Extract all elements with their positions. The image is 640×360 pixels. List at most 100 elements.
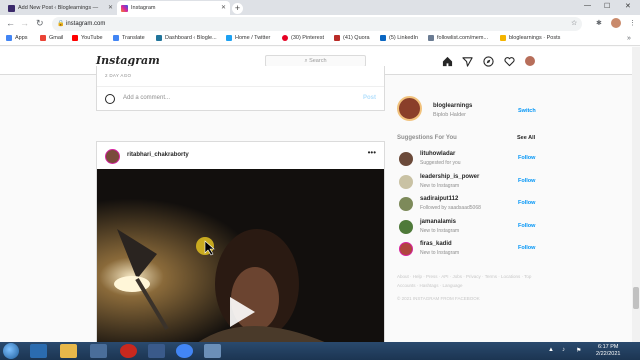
suggestion-avatar[interactable] [399, 197, 413, 211]
media-player-icon[interactable] [90, 344, 107, 358]
quora-icon [334, 35, 340, 41]
tab-instagram[interactable]: Instagram ✕ [117, 1, 230, 15]
follow-button[interactable]: Follow [518, 155, 535, 161]
suggestion-subtitle: New to Instagram [420, 228, 460, 234]
suggestion-avatar[interactable] [399, 220, 413, 234]
flag-icon[interactable]: ⚑ [576, 347, 581, 354]
comment-input[interactable]: Add a comment... [123, 95, 170, 101]
follow-button[interactable]: Follow [518, 223, 535, 229]
bookmarks-bar: Apps Gmail YouTube Translate Dashboard ‹… [0, 33, 640, 46]
suggestion-avatar[interactable] [399, 242, 413, 256]
bookmark-bloglearnings[interactable]: bloglearnings · Posts [500, 35, 560, 41]
suggestion-item: lituhowladar Suggested for you Follow [399, 150, 537, 170]
footer-links[interactable]: About · Help · Press · API · Jobs · Priv… [397, 272, 537, 290]
bookmark-twitter[interactable]: Home / Twitter [226, 35, 270, 41]
bookmark-pinterest[interactable]: (30) Pinterest [282, 35, 324, 41]
suggestion-avatar[interactable] [399, 175, 413, 189]
bookmark-star-icon[interactable]: ☆ [571, 19, 577, 27]
post-author-username[interactable]: ritabhari_chakraborty [127, 152, 189, 158]
emoji-icon[interactable] [105, 94, 115, 104]
youtube-icon [72, 35, 78, 41]
new-tab-button[interactable]: + [232, 3, 243, 14]
bookmark-translate[interactable]: Translate [113, 35, 145, 41]
clock[interactable]: 6:17 PM 2/22/2021 [596, 344, 620, 358]
bookmarks-overflow-icon[interactable]: » [627, 35, 631, 42]
activity-heart-icon[interactable] [504, 56, 515, 67]
more-options-icon[interactable]: ••• [368, 148, 376, 157]
bookmark-apps[interactable]: Apps [6, 35, 28, 41]
post-time: 2 DAY AGO [105, 73, 132, 78]
forward-icon[interactable]: → [20, 18, 29, 28]
gmail-icon [40, 35, 46, 41]
bookmark-youtube[interactable]: YouTube [72, 35, 103, 41]
bookmark-followlist[interactable]: followlist.com/mem... [428, 35, 488, 41]
address-bar[interactable]: 🔒 instagram.com [52, 17, 582, 31]
suggestion-username[interactable]: firas_kadid [420, 241, 452, 247]
profile-avatar[interactable] [611, 18, 621, 28]
close-tab-icon[interactable]: ✕ [221, 4, 226, 11]
comment-row: Add a comment... Post [97, 86, 384, 110]
menu-icon[interactable]: ⋮ [629, 19, 636, 27]
video-frame [97, 169, 384, 343]
maximize-icon[interactable]: ☐ [604, 2, 610, 10]
opera-icon[interactable] [120, 344, 137, 358]
scrollbar-thumb[interactable] [633, 287, 639, 309]
linkedin-icon [380, 35, 386, 41]
direct-messages-icon[interactable] [462, 56, 473, 67]
start-button[interactable] [3, 343, 19, 359]
suggestion-subtitle: New to Instagram [420, 250, 460, 256]
pinterest-icon [282, 35, 288, 41]
tab-title: Instagram [131, 5, 156, 11]
suggestion-subtitle: Suggested for you [420, 160, 461, 166]
scrollbar[interactable] [632, 47, 640, 342]
follow-button[interactable]: Follow [518, 245, 535, 251]
back-icon[interactable]: ← [6, 18, 15, 28]
close-tab-icon[interactable]: ✕ [108, 4, 113, 11]
tab-add-new-post[interactable]: Add New Post ‹ Bloglearnings — ✕ [4, 1, 117, 15]
taskbar: ▲ ♪ ⚑ 6:17 PM 2/22/2021 [0, 342, 640, 360]
suggestion-avatar[interactable] [399, 152, 413, 166]
followlist-icon [428, 35, 434, 41]
blogger-icon [500, 35, 506, 41]
screen-capture-icon[interactable] [148, 344, 165, 358]
reload-icon[interactable]: ↻ [36, 18, 44, 29]
extensions-icon[interactable]: ✱ [596, 19, 602, 27]
bookmark-dashboard[interactable]: Dashboard ‹ Bloglе... [156, 35, 217, 41]
suggestion-username[interactable]: jamanalamis [420, 219, 456, 225]
twitter-icon [226, 35, 232, 41]
bookmark-quora[interactable]: (41) Quora [334, 35, 370, 41]
close-window-icon[interactable]: ✕ [625, 2, 631, 10]
post-card: 2 DAY AGO Add a comment... Post [96, 66, 385, 111]
follow-button[interactable]: Follow [518, 200, 535, 206]
bookmark-gmail[interactable]: Gmail [40, 35, 63, 41]
suggestion-username[interactable]: sadiraiput112 [420, 196, 458, 202]
suggestion-username[interactable]: leadership_is_power [420, 174, 479, 180]
suggestion-username[interactable]: lituhowladar [420, 151, 455, 157]
current-user-avatar[interactable] [397, 96, 422, 121]
suggestion-item: sadiraiput112 Followed by saadsaad5068 F… [399, 195, 537, 215]
internet-explorer-icon[interactable] [30, 344, 47, 358]
minimize-icon[interactable]: — [584, 2, 591, 9]
profile-avatar[interactable] [525, 56, 535, 66]
copyright: © 2021 INSTAGRAM FROM FACEBOOK [397, 296, 480, 301]
post-comment-button[interactable]: Post [363, 95, 376, 101]
home-icon[interactable] [442, 56, 453, 67]
current-user-username[interactable]: bloglearnings [433, 103, 472, 109]
post-video[interactable] [97, 169, 384, 343]
bookmark-linkedin[interactable]: (5) LinkedIn [380, 35, 418, 41]
paint-icon[interactable] [204, 344, 221, 358]
post-author-avatar[interactable] [105, 149, 120, 164]
chrome-icon[interactable] [176, 344, 193, 358]
explore-icon[interactable] [483, 56, 494, 67]
see-all-link[interactable]: See All [517, 135, 535, 141]
follow-button[interactable]: Follow [518, 178, 535, 184]
file-explorer-icon[interactable] [60, 344, 77, 358]
volume-icon[interactable]: ♪ [562, 347, 565, 353]
switch-account-button[interactable]: Switch [518, 108, 536, 114]
instagram-favicon-icon [121, 5, 128, 12]
suggestions-heading: Suggestions For You [397, 135, 457, 141]
post-card: ritabhari_chakraborty ••• [96, 141, 385, 343]
tab-strip: Add New Post ‹ Bloglearnings — ✕ Instagr… [0, 0, 640, 15]
browser-toolbar: ← → ↻ 🔒 instagram.com ☆ ✱ ⋮ [0, 15, 640, 33]
network-icon[interactable]: ▲ [548, 347, 554, 353]
